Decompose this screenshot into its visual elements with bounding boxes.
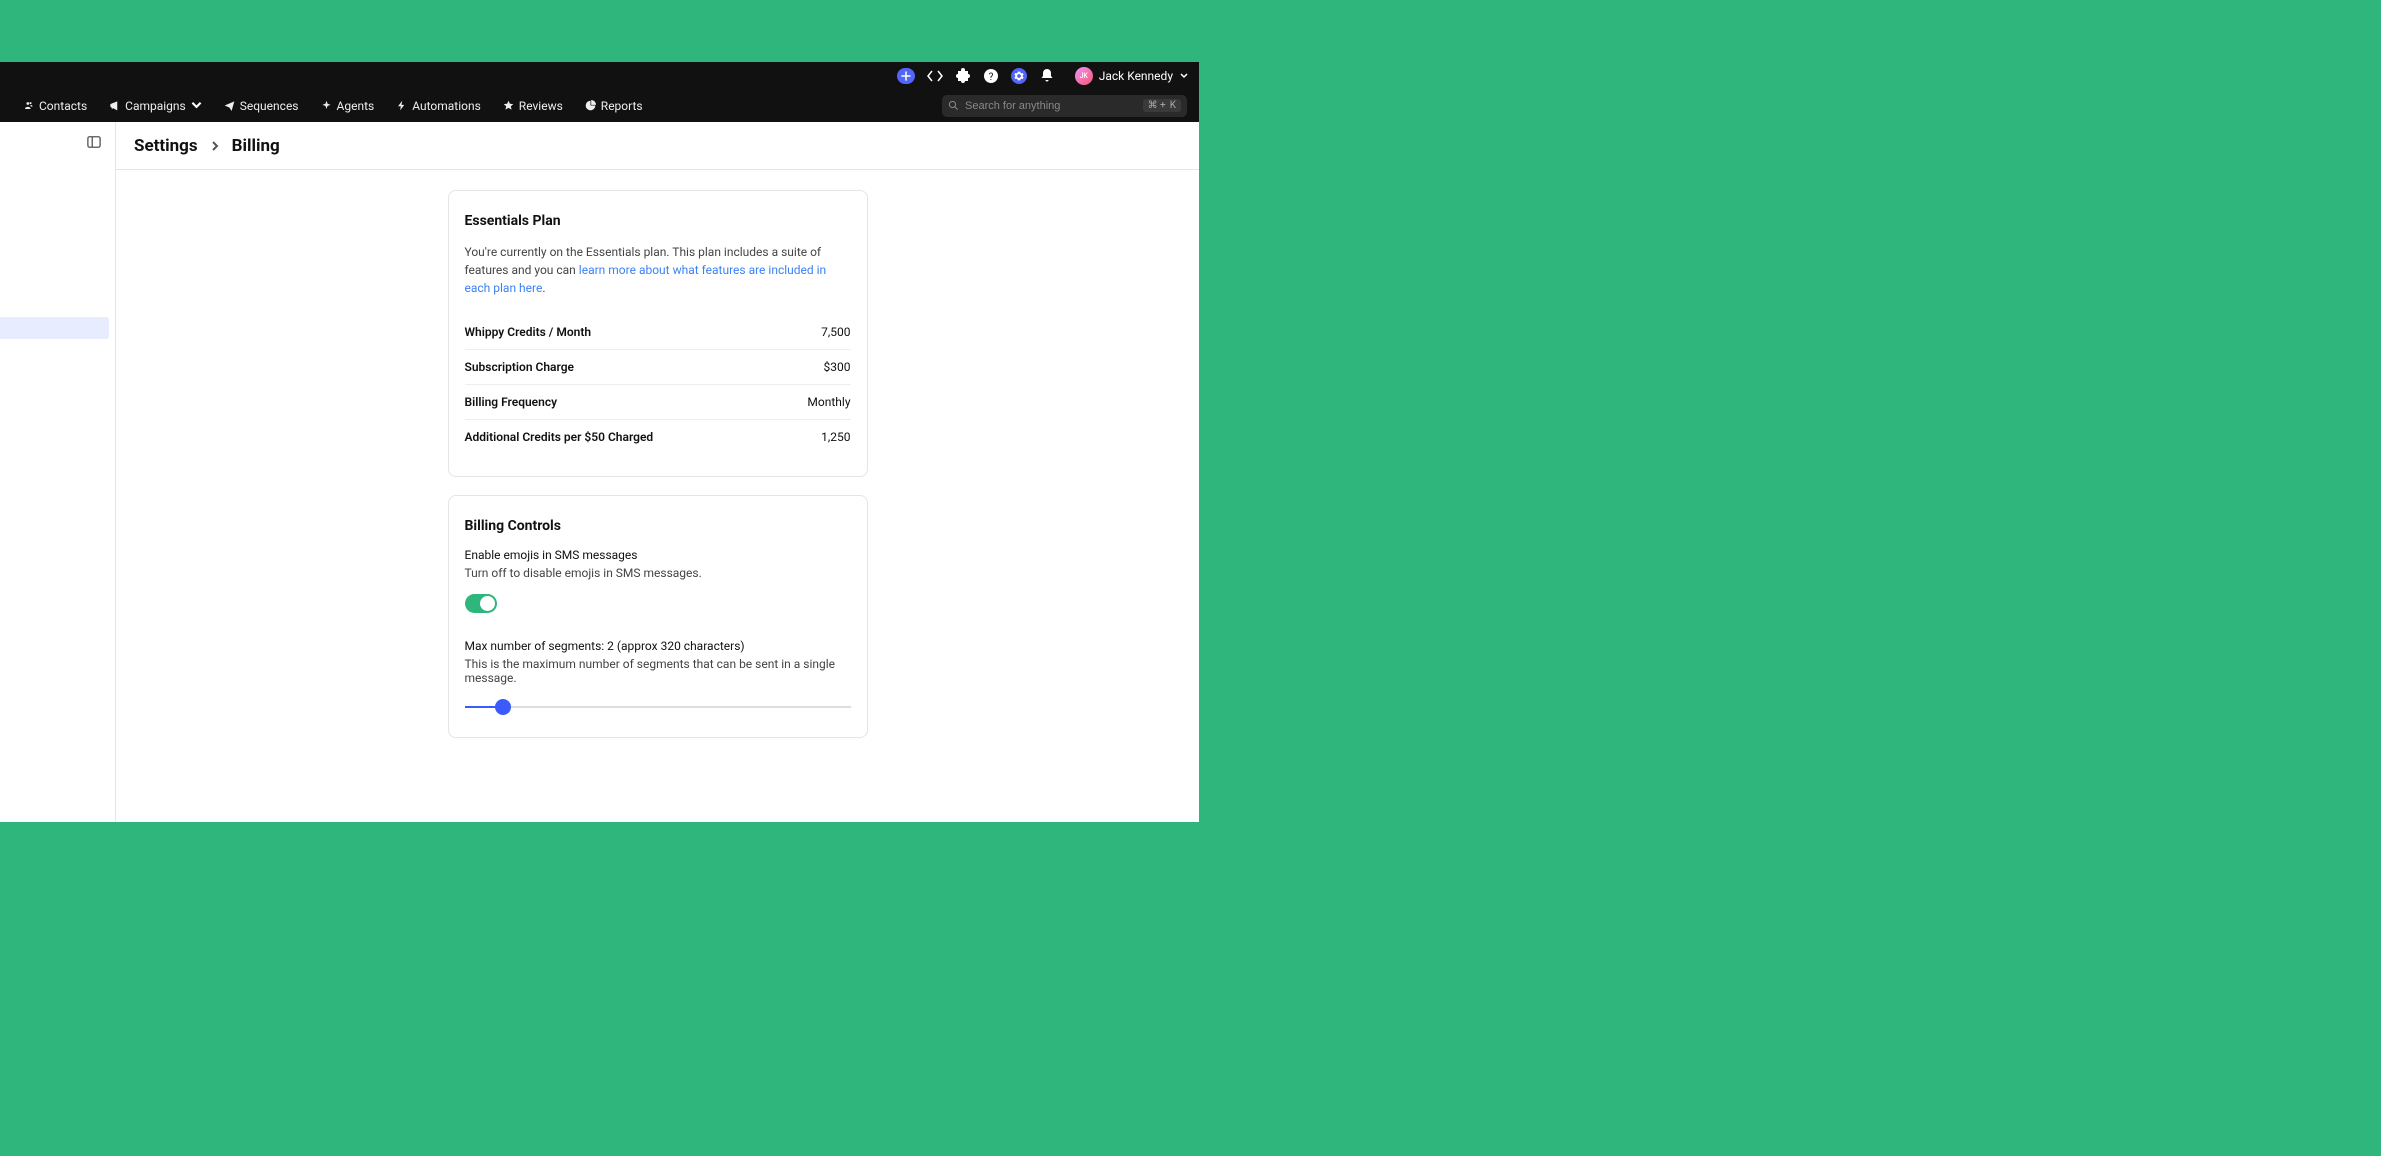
nav-reviews[interactable]: Reviews	[492, 89, 574, 122]
help-icon[interactable]: ?	[983, 68, 999, 84]
bell-icon[interactable]	[1039, 68, 1055, 84]
user-name: Jack Kennedy	[1099, 69, 1173, 83]
bolt-icon	[396, 100, 407, 111]
settings-icon[interactable]	[1011, 68, 1027, 84]
main: Settings Billing Essentials Plan You're …	[116, 122, 1199, 822]
nav-label: Reviews	[519, 99, 563, 113]
row-label: Additional Credits per $50 Charged	[465, 430, 654, 444]
chevron-right-icon	[210, 136, 220, 155]
plan-row: Subscription Charge $300	[465, 350, 851, 385]
search-box[interactable]: ⌘ + K	[942, 95, 1187, 117]
svg-text:?: ?	[988, 72, 993, 83]
app-window: ? JK Jack Kennedy Contacts Campaigns Seq…	[0, 62, 1199, 822]
plan-row: Whippy Credits / Month 7,500	[465, 315, 851, 350]
search-icon	[948, 100, 959, 111]
nav-campaigns[interactable]: Campaigns	[98, 89, 213, 122]
slider-thumb[interactable]	[495, 699, 511, 715]
megaphone-icon	[109, 100, 120, 111]
emoji-toggle[interactable]	[465, 594, 497, 613]
nav-agents[interactable]: Agents	[310, 89, 386, 122]
segments-slider[interactable]	[465, 699, 851, 715]
controls-title: Billing Controls	[465, 518, 851, 534]
toggle-knob	[480, 596, 495, 611]
nav-label: Reports	[601, 99, 643, 113]
sparkle-icon	[321, 100, 332, 111]
slider-track	[465, 706, 851, 708]
avatar: JK	[1075, 67, 1093, 85]
emoji-desc: Turn off to disable emojis in SMS messag…	[465, 566, 851, 580]
chevron-down-icon	[1179, 71, 1189, 81]
search-input[interactable]	[965, 100, 1137, 112]
breadcrumb-parent[interactable]: Settings	[134, 136, 198, 156]
emoji-title: Enable emojis in SMS messages	[465, 548, 851, 562]
shortcut-hint: ⌘ + K	[1143, 99, 1181, 112]
sidebar-selection[interactable]	[0, 317, 109, 339]
sidebar-toggle[interactable]	[87, 134, 101, 148]
plan-title: Essentials Plan	[465, 213, 851, 229]
segments-title: Max number of segments: 2 (approx 320 ch…	[465, 639, 851, 653]
breadcrumb: Settings Billing	[116, 122, 1199, 170]
send-icon	[224, 100, 235, 111]
plan-description: You're currently on the Essentials plan.…	[465, 243, 851, 297]
navbar: Contacts Campaigns Sequences Agents Auto…	[0, 89, 1199, 122]
content: Settings Billing Essentials Plan You're …	[0, 122, 1199, 822]
row-value: 1,250	[821, 430, 850, 444]
sidebar	[0, 122, 116, 822]
star-icon	[503, 100, 514, 111]
nav-sequences[interactable]: Sequences	[213, 89, 310, 122]
user-menu[interactable]: JK Jack Kennedy	[1075, 67, 1189, 85]
pie-icon	[585, 100, 596, 111]
controls-card: Billing Controls Enable emojis in SMS me…	[448, 495, 868, 738]
row-label: Whippy Credits / Month	[465, 325, 592, 339]
nav-automations[interactable]: Automations	[385, 89, 492, 122]
segments-desc: This is the maximum number of segments t…	[465, 657, 851, 685]
plan-row: Billing Frequency Monthly	[465, 385, 851, 420]
row-value: 7,500	[821, 325, 850, 339]
emoji-control: Enable emojis in SMS messages Turn off t…	[465, 548, 851, 613]
puzzle-icon[interactable]	[955, 68, 971, 84]
nav-reports[interactable]: Reports	[574, 89, 654, 122]
plan-card: Essentials Plan You're currently on the …	[448, 190, 868, 477]
nav-contacts[interactable]: Contacts	[12, 89, 98, 122]
row-value: Monthly	[807, 395, 850, 409]
row-label: Billing Frequency	[465, 395, 558, 409]
nav-label: Campaigns	[125, 99, 186, 113]
nav-label: Agents	[337, 99, 375, 113]
row-value: $300	[824, 360, 851, 374]
nav-label: Contacts	[39, 99, 87, 113]
nav-label: Automations	[412, 99, 481, 113]
add-button[interactable]	[897, 68, 915, 84]
breadcrumb-current: Billing	[232, 136, 280, 156]
segments-control: Max number of segments: 2 (approx 320 ch…	[465, 639, 851, 715]
row-label: Subscription Charge	[465, 360, 575, 374]
page-body: Essentials Plan You're currently on the …	[116, 170, 1199, 816]
nav-label: Sequences	[240, 99, 299, 113]
topbar: ? JK Jack Kennedy	[0, 62, 1199, 89]
contacts-icon	[23, 100, 34, 111]
plan-row: Additional Credits per $50 Charged 1,250	[465, 420, 851, 454]
code-icon[interactable]	[927, 68, 943, 84]
chevron-down-icon	[191, 100, 202, 111]
